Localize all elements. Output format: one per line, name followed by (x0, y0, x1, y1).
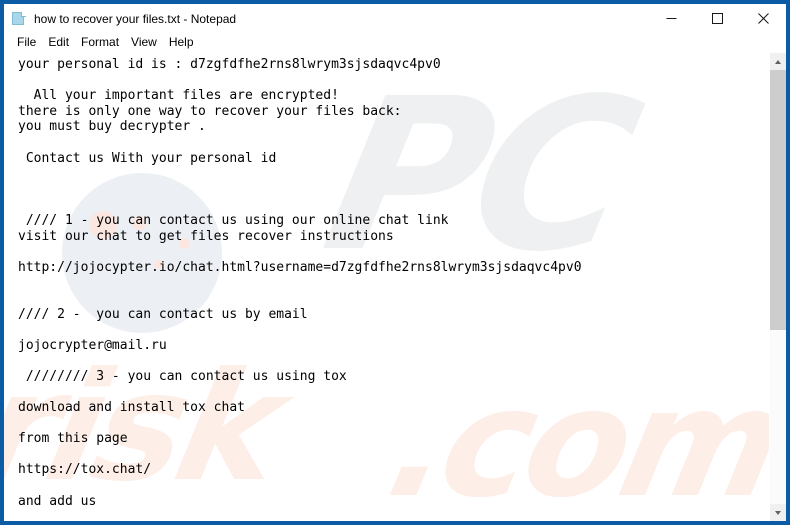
text-line: there is only one way to recover your fi… (18, 103, 402, 119)
text-line: //////// 3 - you can contact us using to… (18, 368, 347, 384)
menu-item-view[interactable]: View (125, 34, 163, 52)
maximize-icon (711, 13, 723, 24)
menu-item-file[interactable]: File (11, 34, 42, 52)
scroll-down-button[interactable] (770, 504, 786, 521)
menu-bar: File Edit Format View Help (4, 33, 786, 53)
text-line: and add us (18, 493, 97, 509)
text-line: //// 2 - you can contact us by email (18, 306, 308, 322)
notepad-window: how to recover your files.txt - Notepad (0, 0, 790, 525)
text-line (18, 416, 769, 432)
text-line (18, 384, 769, 400)
title-bar: how to recover your files.txt - Notepad (4, 4, 786, 33)
text-line: Contact us With your personal id (18, 150, 277, 166)
title-bar-left: how to recover your files.txt - Notepad (4, 11, 236, 27)
text-line (18, 182, 769, 198)
text-line: from this page (18, 431, 128, 447)
text-line (18, 322, 769, 338)
text-line: visit our chat to get files recover inst… (18, 228, 394, 244)
text-line (18, 244, 769, 260)
close-icon (757, 13, 769, 24)
menu-item-edit[interactable]: Edit (42, 34, 75, 52)
scroll-down-arrow-icon (775, 510, 781, 515)
close-button[interactable] (740, 4, 786, 33)
text-line: //// 1 - you can contact us using our on… (18, 212, 449, 228)
ransom-note-text[interactable]: your personal id is : d7zgfdfhe2rns8lwry… (4, 53, 769, 521)
text-line (18, 197, 769, 213)
text-line: download and install tox chat (18, 400, 245, 416)
window-title: how to recover your files.txt - Notepad (34, 11, 237, 26)
editor-area: PC risk .com your personal id is : d7zgf… (4, 53, 786, 521)
menu-item-help[interactable]: Help (163, 34, 200, 52)
minimize-icon (666, 18, 676, 19)
window-controls (648, 4, 786, 33)
notepad-document-icon (11, 11, 27, 27)
text-line: you must buy decrypter . (18, 119, 206, 135)
text-line: All your important files are encrypted! (18, 88, 339, 104)
text-line: http://jojocypter.io/chat.html?username=… (18, 259, 582, 275)
text-line: https://tox.chat/ (18, 462, 152, 478)
text-line (18, 291, 769, 307)
text-line (18, 478, 769, 494)
scroll-up-arrow-icon (775, 59, 781, 64)
scrollbar-thumb[interactable] (770, 70, 786, 331)
maximize-button[interactable] (694, 4, 740, 33)
vertical-scrollbar[interactable] (769, 53, 786, 521)
text-line (18, 73, 769, 89)
text-line (18, 135, 769, 151)
text-line (18, 447, 769, 463)
text-line (18, 275, 769, 291)
menu-item-format[interactable]: Format (75, 34, 125, 52)
text-line (18, 166, 769, 182)
text-line (18, 353, 769, 369)
scrollbar-track[interactable] (770, 70, 786, 504)
scroll-up-button[interactable] (770, 53, 786, 70)
text-line: your personal id is : d7zgfdfhe2rns8lwry… (18, 57, 441, 72)
minimize-button[interactable] (648, 4, 694, 33)
text-line: jojocrypter@mail.ru (18, 337, 167, 353)
